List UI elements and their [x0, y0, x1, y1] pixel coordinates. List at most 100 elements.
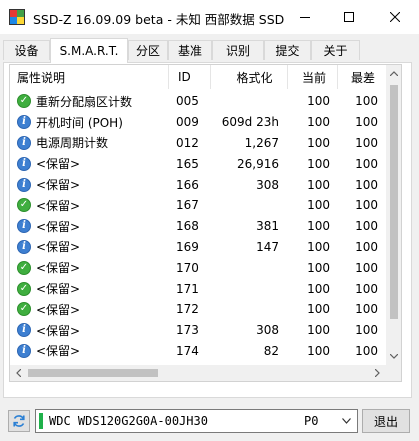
column-header-name[interactable]: 属性说明 [10, 65, 168, 89]
scroll-right-arrow-icon[interactable] [369, 365, 386, 381]
attribute-name: <保留> [36, 198, 81, 213]
tab-label: 识别 [225, 44, 250, 58]
check-circle-icon: ✓ [17, 198, 31, 213]
list-header: 属性说明 ID 格式化 当前 最差 [10, 65, 387, 89]
attribute-current: 100 [307, 198, 330, 213]
refresh-button[interactable] [8, 410, 30, 432]
column-header-worst[interactable]: 最差 [337, 65, 387, 89]
table-row[interactable]: ✓ 重新分配扇区计数 005 100 100 [10, 91, 387, 112]
vertical-scrollbar[interactable] [386, 65, 401, 365]
attribute-name-cell: ✓ <保留> [10, 299, 168, 320]
attribute-current: 100 [307, 323, 330, 338]
tab-about[interactable]: 关于 [311, 40, 360, 60]
tab-submit[interactable]: 提交 [264, 40, 311, 60]
attribute-name: <保留> [36, 282, 81, 297]
attribute-name: <保留> [36, 157, 81, 172]
attribute-name-cell: ✓ <保留> [10, 195, 168, 216]
attribute-formatted: 308 [256, 177, 279, 192]
column-header-formatted[interactable]: 格式化 [210, 65, 287, 89]
attribute-name-cell: i <保留> [10, 153, 168, 174]
table-row[interactable]: i <保留> 173 308 100 100 [10, 320, 387, 341]
attribute-current: 100 [307, 219, 330, 234]
close-button[interactable] [372, 0, 418, 34]
attribute-id: 173 [176, 323, 199, 338]
attribute-current: 100 [307, 177, 330, 192]
attribute-formatted: 609d 23h [221, 115, 279, 130]
table-row[interactable]: i <保留> 168 381 100 100 [10, 216, 387, 237]
attribute-formatted: 82 [263, 343, 279, 358]
info-circle-icon: i [17, 239, 31, 254]
tab-device[interactable]: 设备 [3, 40, 50, 60]
column-header-id[interactable]: ID [168, 65, 210, 89]
info-circle-icon: i [17, 177, 31, 192]
attribute-id: 009 [176, 115, 199, 130]
table-row[interactable]: ✓ <保留> 172 100 100 [10, 299, 387, 320]
table-row[interactable]: i <保留> 169 147 100 100 [10, 237, 387, 258]
attribute-name: <保留> [36, 178, 81, 193]
ssd-z-app-icon [9, 9, 25, 25]
attribute-worst: 100 [355, 198, 378, 213]
attribute-current: 100 [307, 343, 330, 358]
horizontal-scrollbar[interactable] [10, 365, 386, 381]
table-row[interactable]: i <保留> 166 308 100 100 [10, 174, 387, 195]
tab-identify[interactable]: 识别 [212, 40, 264, 60]
column-divider [337, 65, 338, 89]
attribute-formatted: 381 [256, 219, 279, 234]
tab-label: 提交 [275, 44, 300, 58]
table-row[interactable]: i <保留> 165 26,916 100 100 [10, 153, 387, 174]
info-circle-icon: i [17, 343, 31, 358]
check-circle-icon: ✓ [17, 94, 31, 109]
drive-status-bar [39, 413, 43, 429]
attribute-name: 电源周期计数 [36, 136, 109, 151]
table-row[interactable]: i 开机时间 (POH) 009 609d 23h 100 100 [10, 112, 387, 133]
info-circle-icon: i [17, 323, 31, 338]
attribute-id: 169 [176, 239, 199, 254]
horizontal-scroll-thumb[interactable] [28, 369, 158, 377]
tab-smart[interactable]: S.M.A.R.T. [50, 38, 128, 63]
attribute-id: 012 [176, 135, 199, 150]
tab-label: 关于 [323, 44, 348, 58]
chevron-down-icon [342, 418, 351, 424]
attribute-id: 168 [176, 219, 199, 234]
minimize-button[interactable] [282, 0, 328, 34]
attribute-id: 170 [176, 260, 199, 275]
attribute-current: 100 [307, 115, 330, 130]
attribute-worst: 100 [355, 94, 378, 109]
attribute-worst: 100 [355, 302, 378, 317]
attribute-formatted [210, 195, 287, 216]
smart-attribute-list[interactable]: 属性说明 ID 格式化 当前 最差 ✓ 重新分配扇区计数 005 100 100 i 开机时… [9, 64, 402, 382]
attribute-name: 开机时间 (POH) [36, 115, 123, 130]
tab-benchmark[interactable]: 基准 [168, 40, 212, 60]
attribute-name-cell: i <保留> [10, 174, 168, 195]
info-circle-icon: i [17, 135, 31, 150]
tab-partitions[interactable]: 分区 [128, 40, 168, 60]
attribute-id: 174 [176, 343, 199, 358]
exit-button[interactable]: 退出 [362, 409, 410, 433]
table-row[interactable]: ✓ <保留> 171 100 100 [10, 278, 387, 299]
table-row[interactable]: i <保留> 174 82 100 100 [10, 341, 387, 362]
tab-bar: 设备 S.M.A.R.T. 分区 基准 识别 提交 关于 [0, 38, 419, 63]
drive-select[interactable]: WDC WDS120G2G0A-00JH30 P0 [35, 409, 358, 433]
table-row[interactable]: ✓ <保留> 170 100 100 [10, 257, 387, 278]
scroll-up-arrow-icon[interactable] [386, 65, 401, 82]
maximize-button[interactable] [326, 0, 372, 34]
attribute-worst: 100 [355, 281, 378, 296]
attribute-current: 100 [307, 156, 330, 171]
tab-label: S.M.A.R.T. [59, 44, 119, 58]
info-circle-icon: i [17, 219, 31, 234]
table-row[interactable]: i 电源周期计数 012 1,267 100 100 [10, 133, 387, 154]
attribute-worst: 100 [355, 115, 378, 130]
title-bar: SSD-Z 16.09.09 beta - 未知 西部数据 SSD [0, 0, 419, 34]
vertical-scroll-thumb[interactable] [390, 85, 398, 319]
attribute-id: 172 [176, 302, 199, 317]
table-row[interactable]: ✓ <保留> 167 100 100 [10, 195, 387, 216]
window-title: SSD-Z 16.09.09 beta - 未知 西部数据 SSD [33, 12, 285, 27]
scrollbar-corner [386, 365, 401, 381]
column-header-current[interactable]: 当前 [287, 65, 337, 89]
attribute-name-cell: ✓ 重新分配扇区计数 [10, 91, 168, 112]
scroll-left-arrow-icon[interactable] [10, 365, 27, 381]
check-circle-icon: ✓ [17, 302, 31, 317]
attribute-current: 100 [307, 260, 330, 275]
scroll-down-arrow-icon[interactable] [386, 348, 401, 365]
attribute-formatted [210, 91, 287, 112]
